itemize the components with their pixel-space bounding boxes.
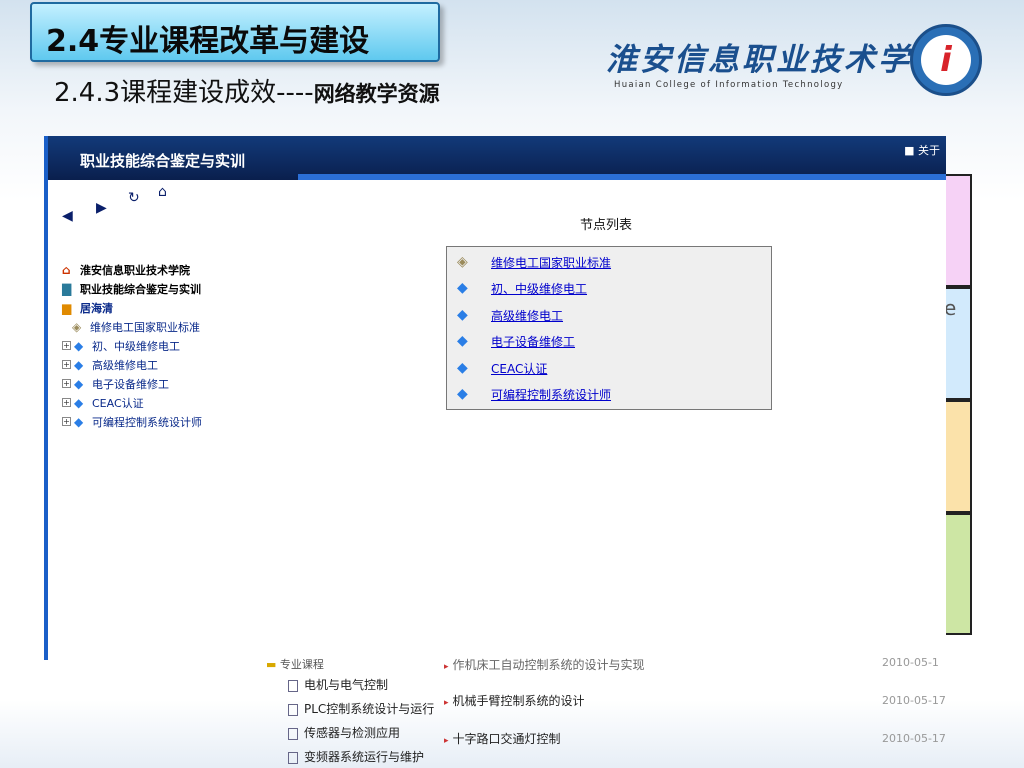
tree-folder-label: 专业课程 bbox=[279, 658, 324, 671]
forward-arrow-icon[interactable]: ▶ bbox=[96, 200, 107, 216]
document-icon bbox=[288, 751, 298, 764]
tree-item-junior[interactable]: + ◆ 初、中级维修电工 bbox=[62, 336, 202, 355]
node-item-ceac[interactable]: ◆ CEAC认证 bbox=[457, 359, 547, 377]
tree-item-electronics[interactable]: + ◆ 电子设备维修工 bbox=[62, 374, 202, 393]
node-list-panel: ◈ 维修电工国家职业标准 ◆ 初、中级维修电工 ◆ 高级维修电工 ◆ 电子设备维… bbox=[446, 246, 772, 410]
tree-doc-item[interactable]: 变频器系统运行与维护 bbox=[288, 748, 424, 765]
bullet-icon: ▸ bbox=[444, 662, 449, 672]
tree-doc-item[interactable]: 传感器与检测应用 bbox=[288, 724, 400, 741]
node-item-senior[interactable]: ◆ 高级维修电工 bbox=[457, 306, 563, 324]
diamond-icon: ◆ bbox=[74, 338, 84, 353]
tree-item-label: 电子设备维修工 bbox=[92, 377, 169, 391]
tree-item-label: 居海清 bbox=[80, 301, 113, 315]
subtitle-prefix: 2.4.3课程建设成效---- bbox=[54, 78, 314, 108]
tree-doc-item[interactable]: PLC控制系统设计与运行 bbox=[288, 700, 434, 717]
nav-tree: ⌂ 淮安信息职业技术学院 ▇ 职业技能综合鉴定与实训 ▆ 居海清 ◈ 维修电工国… bbox=[62, 260, 202, 431]
diamond-icon: ◆ bbox=[74, 376, 84, 391]
slide-title: 2.4专业课程改革与建设 bbox=[46, 24, 370, 59]
slide-subtitle: 2.4.3课程建设成效----网络教学资源 bbox=[54, 72, 440, 109]
diamond-icon: ◆ bbox=[457, 307, 468, 323]
list-item-date: 2010-05-1 bbox=[882, 656, 939, 669]
tree-item-plc[interactable]: + ◆ 可编程控制系统设计师 bbox=[62, 412, 202, 431]
college-name: 淮安信息职业技术学院 bbox=[606, 42, 946, 78]
list-item-date: 2010-05-17 bbox=[882, 694, 946, 707]
about-link[interactable]: ■ 关于 bbox=[904, 142, 940, 158]
diamond-icon: ◆ bbox=[74, 414, 84, 429]
node-item-electronics[interactable]: ◆ 电子设备维修工 bbox=[457, 332, 575, 350]
node-link[interactable]: CEAC认证 bbox=[491, 360, 547, 377]
tree-item-label: 维修电工国家职业标准 bbox=[90, 320, 200, 334]
app-header-title: 职业技能综合鉴定与实训 bbox=[80, 152, 246, 170]
diamond-icon: ◆ bbox=[457, 386, 468, 402]
tree-item-senior[interactable]: + ◆ 高级维修电工 bbox=[62, 355, 202, 374]
tree-doc-label: PLC控制系统设计与运行 bbox=[304, 702, 435, 716]
node-link[interactable]: 初、中级维修电工 bbox=[491, 280, 587, 297]
tree-doc-label: 电机与电气控制 bbox=[304, 678, 389, 692]
diamond-icon: ◆ bbox=[74, 357, 84, 372]
folder-icon: ▬ bbox=[266, 658, 277, 671]
diamond-icon: ◆ bbox=[457, 333, 468, 349]
node-link[interactable]: 高级维修电工 bbox=[491, 307, 563, 324]
diamond-icon: ◆ bbox=[74, 395, 84, 410]
app-screenshot: 职业技能综合鉴定与实训 ■ 关于 ◀ ▶ ↻ ⌂ ⌂ 淮安信息职业技术学院 ▇ … bbox=[44, 136, 946, 660]
document-icon bbox=[288, 679, 298, 692]
expand-icon[interactable]: + bbox=[62, 379, 71, 388]
node-item-plc[interactable]: ◆ 可编程控制系统设计师 bbox=[457, 385, 611, 403]
tree-doc-item[interactable]: 电机与电气控制 bbox=[288, 676, 388, 693]
home-icon[interactable]: ⌂ bbox=[158, 184, 167, 200]
college-name-en: Huaian College of Information Technology bbox=[614, 80, 844, 90]
leaf-icon: ◈ bbox=[457, 254, 468, 270]
document-icon bbox=[288, 727, 298, 740]
header-accent-bar bbox=[298, 174, 946, 180]
college-logo: i bbox=[910, 24, 982, 96]
node-link[interactable]: 维修电工国家职业标准 bbox=[491, 254, 611, 271]
refresh-icon[interactable]: ↻ bbox=[128, 190, 140, 206]
tree-item-ceac[interactable]: + ◆ CEAC认证 bbox=[62, 393, 202, 412]
expand-icon[interactable]: + bbox=[62, 341, 71, 350]
tree-item-label: 职业技能综合鉴定与实训 bbox=[80, 282, 201, 296]
tree-item-standard[interactable]: ◈ 维修电工国家职业标准 bbox=[62, 317, 202, 336]
node-item-standard[interactable]: ◈ 维修电工国家职业标准 bbox=[457, 253, 611, 271]
tree-item-college[interactable]: ⌂ 淮安信息职业技术学院 bbox=[62, 260, 202, 279]
node-list-title: 节点列表 bbox=[580, 218, 633, 233]
bottom-screenshot: ▬ 专业课程 电机与电气控制 PLC控制系统设计与运行 传感器与检测应用 变频器… bbox=[264, 656, 946, 768]
leaf-icon: ◈ bbox=[72, 319, 82, 334]
bullet-icon: ▸ bbox=[444, 698, 449, 708]
tree-doc-label: 传感器与检测应用 bbox=[304, 726, 401, 740]
diamond-icon: ◆ bbox=[457, 360, 468, 376]
tree-item-label: 高级维修电工 bbox=[92, 358, 158, 372]
expand-icon[interactable]: + bbox=[62, 360, 71, 369]
list-item[interactable]: ▸ 作机床工自动控制系统的设计与实现 bbox=[444, 656, 645, 673]
tree-item-teacher[interactable]: ▆ 居海清 bbox=[62, 298, 202, 317]
tree-item-label: 初、中级维修电工 bbox=[92, 339, 180, 353]
document-icon bbox=[288, 703, 298, 716]
tree-item-label: 淮安信息职业技术学院 bbox=[80, 263, 190, 277]
list-item[interactable]: ▸ 机械手臂控制系统的设计 bbox=[444, 692, 585, 709]
slide-title-box: 2.4专业课程改革与建设 bbox=[30, 2, 440, 62]
list-item[interactable]: ▸ 十字路口交通灯控制 bbox=[444, 730, 561, 747]
logo-glyph: i bbox=[921, 35, 971, 85]
list-item-title: 十字路口交通灯控制 bbox=[452, 732, 561, 746]
node-link[interactable]: 电子设备维修工 bbox=[491, 333, 575, 350]
tree-item-label: CEAC认证 bbox=[92, 396, 144, 410]
tree-doc-label: 变频器系统运行与维护 bbox=[304, 750, 425, 764]
expand-icon[interactable]: + bbox=[62, 398, 71, 407]
house-icon: ⌂ bbox=[62, 262, 71, 277]
subtitle-bold: 网络教学资源 bbox=[313, 82, 440, 106]
node-link[interactable]: 可编程控制系统设计师 bbox=[491, 386, 611, 403]
list-item-date: 2010-05-17 bbox=[882, 732, 946, 745]
node-item-junior[interactable]: ◆ 初、中级维修电工 bbox=[457, 279, 587, 297]
gift-icon: ▆ bbox=[62, 300, 72, 315]
diamond-icon: ◆ bbox=[457, 280, 468, 296]
bullet-icon: ▸ bbox=[444, 736, 449, 746]
book-icon: ▇ bbox=[62, 281, 72, 296]
list-item-title: 作机床工自动控制系统的设计与实现 bbox=[452, 658, 645, 672]
tree-item-course[interactable]: ▇ 职业技能综合鉴定与实训 bbox=[62, 279, 202, 298]
list-item-title: 机械手臂控制系统的设计 bbox=[452, 694, 585, 708]
expand-icon[interactable]: + bbox=[62, 417, 71, 426]
tree-item-label: 可编程控制系统设计师 bbox=[92, 415, 202, 429]
back-arrow-icon[interactable]: ◀ bbox=[62, 208, 73, 224]
tree-folder-partial[interactable]: ▬ 专业课程 bbox=[266, 656, 324, 672]
